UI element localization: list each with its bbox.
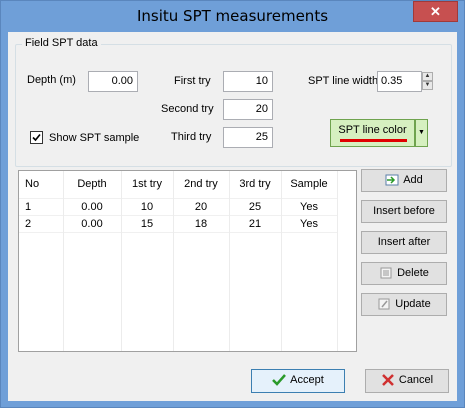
chevron-down-icon: ▼ <box>418 129 425 136</box>
spin-down-icon[interactable]: ▼ <box>422 81 433 90</box>
add-label: Add <box>403 174 423 186</box>
show-sample-checkbox[interactable] <box>30 131 43 144</box>
delete-icon <box>379 266 393 279</box>
table-cell[interactable]: 21 <box>229 215 282 233</box>
group-title: Field SPT data <box>22 37 101 49</box>
table-row[interactable]: 1 0.00 10 20 25 Yes <box>19 198 338 216</box>
insert-before-label: Insert before <box>373 205 435 217</box>
field-spt-group: Field SPT data Depth (m) 0.00 Show SPT s… <box>15 37 452 167</box>
table-cell[interactable]: 1 <box>19 198 64 216</box>
line-color-swatch <box>340 139 407 142</box>
column-divider <box>173 171 174 351</box>
dialog-window: Insitu SPT measurements ✕ Field SPT data… <box>0 0 465 408</box>
second-try-label: Second try <box>161 103 214 115</box>
table-cell[interactable]: 20 <box>173 198 230 216</box>
line-color-dropdown[interactable]: ▼ <box>415 119 428 147</box>
table-cell[interactable]: 18 <box>173 215 230 233</box>
cancel-button[interactable]: Cancel <box>365 369 449 393</box>
insert-before-button[interactable]: Insert before <box>361 200 447 223</box>
update-button[interactable]: Update <box>361 293 447 316</box>
line-width-label: SPT line width <box>308 75 379 87</box>
table-cell[interactable]: 0.00 <box>63 198 122 216</box>
table-cell[interactable]: 10 <box>121 198 174 216</box>
table-row[interactable]: 2 0.00 15 18 21 Yes <box>19 215 338 233</box>
line-color-label: SPT line color <box>338 124 407 136</box>
first-try-input[interactable]: 10 <box>223 71 273 92</box>
table-cell[interactable]: Yes <box>281 215 338 233</box>
column-divider <box>229 171 230 351</box>
delete-button[interactable]: Delete <box>361 262 447 285</box>
x-icon <box>381 373 395 386</box>
first-try-label: First try <box>174 75 211 87</box>
accept-button[interactable]: Accept <box>251 369 345 393</box>
check-icon <box>272 373 287 386</box>
line-width-input[interactable]: 0.35 <box>377 71 422 92</box>
third-try-input[interactable]: 25 <box>223 127 273 148</box>
table-cell[interactable]: 15 <box>121 215 174 233</box>
column-divider <box>281 171 282 351</box>
column-header[interactable]: 1st try <box>121 171 174 199</box>
add-button[interactable]: Add <box>361 169 447 192</box>
add-row-icon <box>385 173 399 186</box>
delete-label: Delete <box>397 267 429 279</box>
insert-after-label: Insert after <box>377 236 431 248</box>
update-label: Update <box>395 298 431 310</box>
line-color-button[interactable]: SPT line color <box>330 119 415 147</box>
table-cell[interactable]: Yes <box>281 198 338 216</box>
spin-up-icon[interactable]: ▲ <box>422 72 433 81</box>
table-cell[interactable]: 2 <box>19 215 64 233</box>
column-divider <box>121 171 122 351</box>
second-try-input[interactable]: 20 <box>223 99 273 120</box>
column-header[interactable]: Sample <box>281 171 338 199</box>
window-title: Insitu SPT measurements <box>136 7 329 25</box>
column-header[interactable]: 3rd try <box>229 171 282 199</box>
check-icon <box>32 133 41 142</box>
column-header[interactable]: No <box>19 171 64 199</box>
cancel-label: Cancel <box>398 374 434 386</box>
close-button[interactable]: ✕ <box>413 1 458 22</box>
column-header[interactable]: 2nd try <box>173 171 230 199</box>
third-try-label: Third try <box>171 131 212 143</box>
column-header[interactable]: Depth <box>63 171 122 199</box>
table-header-row: No Depth 1st try 2nd try 3rd try Sample <box>19 171 338 199</box>
column-divider <box>63 171 64 351</box>
depth-input[interactable]: 0.00 <box>88 71 138 92</box>
line-width-spinner[interactable]: ▲ ▼ <box>422 72 433 91</box>
depth-label: Depth (m) <box>27 74 76 86</box>
title-bar: Insitu SPT measurements ✕ <box>1 1 464 32</box>
column-divider <box>337 171 338 351</box>
dialog-client: Field SPT data Depth (m) 0.00 Show SPT s… <box>8 32 457 401</box>
spt-table[interactable]: No Depth 1st try 2nd try 3rd try Sample … <box>18 170 357 352</box>
show-sample-label: Show SPT sample <box>49 132 140 144</box>
table-cell[interactable]: 25 <box>229 198 282 216</box>
close-icon: ✕ <box>430 4 441 19</box>
accept-label: Accept <box>290 374 324 386</box>
insert-after-button[interactable]: Insert after <box>361 231 447 254</box>
table-cell[interactable]: 0.00 <box>63 215 122 233</box>
update-icon <box>377 297 391 310</box>
